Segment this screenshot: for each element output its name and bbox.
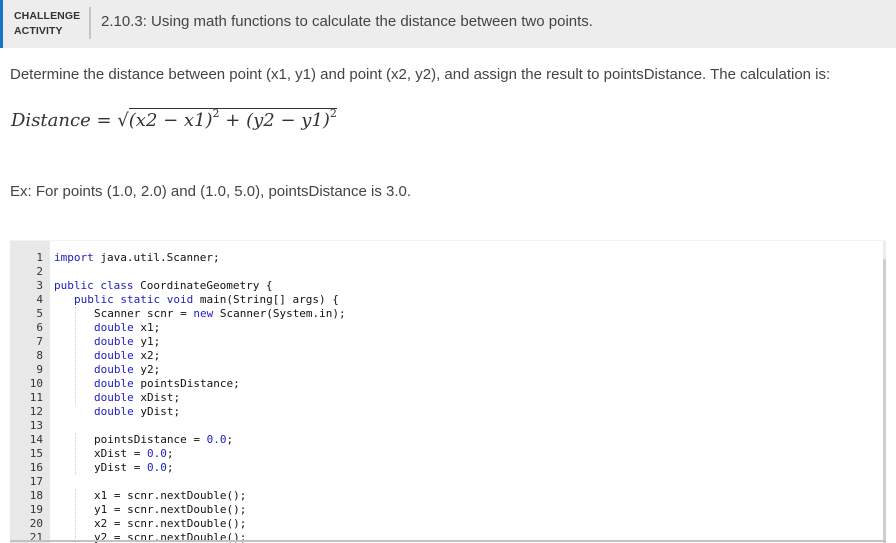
number-token: 0.0: [146, 461, 167, 474]
line-number: 13: [29, 419, 43, 432]
keyword-token: public class: [54, 279, 134, 292]
header-divider: [89, 7, 91, 39]
code-token: y1 = scnr.nextDouble();: [94, 503, 247, 516]
code-token: x2 = scnr.nextDouble();: [94, 517, 247, 530]
code-token: pointsDistance =: [94, 433, 207, 446]
line-code[interactable]: x1 = scnr.nextDouble();: [54, 489, 246, 503]
formula-lhs: Distance: [11, 110, 91, 131]
line-code[interactable]: double yDist;: [54, 405, 180, 419]
radical-sign-icon: √: [117, 110, 129, 131]
line-code[interactable]: x2 = scnr.nextDouble();: [54, 517, 246, 531]
square-root: √(x2 − x1)2 + (y2 − y1)2: [117, 108, 337, 131]
number-token: 0.0: [146, 447, 167, 460]
keyword-token: public static void: [74, 293, 194, 306]
code-token: ;: [166, 447, 174, 460]
code-token: x1 = scnr.nextDouble();: [94, 489, 247, 502]
code-token: yDist;: [133, 405, 181, 418]
line-number: 3: [36, 279, 43, 292]
formula-term-x: (x2 − x1): [128, 110, 213, 131]
line-code[interactable]: public static void main(String[] args) {: [54, 293, 339, 307]
line-code[interactable]: xDist = 0.0;: [54, 447, 173, 461]
line-number: 6: [36, 321, 43, 334]
code-token: ;: [166, 461, 174, 474]
keyword-token: double: [94, 363, 134, 376]
code-token: Scanner(System.in);: [213, 307, 346, 320]
header-accent-bar: [0, 0, 3, 48]
code-token: yDist =: [94, 461, 147, 474]
line-code[interactable]: public class CoordinateGeometry {: [54, 279, 273, 293]
number-token: 0.0: [206, 433, 227, 446]
line-code[interactable]: double y2;: [54, 363, 160, 377]
code-token: java.util.Scanner;: [93, 251, 220, 264]
keyword-token: double: [94, 377, 134, 390]
line-code[interactable]: yDist = 0.0;: [54, 461, 173, 475]
example-text: Ex: For points (1.0, 2.0) and (1.0, 5.0)…: [10, 183, 412, 200]
keyword-token: double: [94, 335, 134, 348]
indent-guide: [75, 433, 76, 475]
line-number: 8: [36, 349, 43, 362]
line-number: 10: [29, 377, 43, 390]
line-number: 20: [29, 517, 43, 530]
line-number: 12: [29, 405, 43, 418]
line-code[interactable]: double xDist;: [54, 391, 180, 405]
indent-guide: [75, 307, 76, 405]
line-code[interactable]: y1 = scnr.nextDouble();: [54, 503, 246, 517]
distance-formula: Distance = √(x2 − x1)2 + (y2 − y1)2: [11, 108, 337, 131]
line-code[interactable]: Scanner scnr = new Scanner(System.in);: [54, 307, 346, 321]
line-number: 15: [29, 447, 43, 460]
code-editor[interactable]: 1 import java.util.Scanner; 2 3 public class…: [10, 240, 886, 543]
keyword-token: double: [94, 405, 134, 418]
formula-equals: =: [96, 110, 112, 131]
code-token: Scanner scnr =: [94, 307, 194, 320]
badge-line-1: CHALLENGE: [14, 10, 81, 22]
code-token: main(String[] args) {: [193, 293, 339, 306]
line-number: 9: [36, 363, 43, 376]
line-number: 7: [36, 335, 43, 348]
line-number: 17: [29, 475, 43, 488]
activity-title: 2.10.3: Using math functions to calculat…: [101, 13, 593, 30]
code-token: xDist;: [133, 391, 181, 404]
line-number: 2: [36, 265, 43, 278]
keyword-token: double: [94, 391, 134, 404]
line-number: 4: [36, 293, 43, 306]
line-code[interactable]: double y1;: [54, 335, 160, 349]
indent-guide: [75, 489, 76, 543]
code-token: x2;: [133, 349, 161, 362]
formula-plus: +: [225, 110, 241, 131]
scrollbar-thumb[interactable]: [883, 259, 886, 543]
keyword-token: import: [54, 251, 94, 264]
code-token: CoordinateGeometry {: [133, 279, 273, 292]
code-token: y1;: [133, 335, 161, 348]
exponent-y: 2: [329, 107, 337, 120]
line-number: 5: [36, 307, 43, 320]
line-code[interactable]: pointsDistance = 0.0;: [54, 433, 233, 447]
keyword-token: double: [94, 349, 134, 362]
line-number: 1: [36, 251, 43, 264]
editor-scrollbar[interactable]: [883, 241, 886, 543]
line-number: 18: [29, 489, 43, 502]
code-token: xDist =: [94, 447, 147, 460]
line-number: 16: [29, 461, 43, 474]
line-code[interactable]: double pointsDistance;: [54, 377, 240, 391]
keyword-token: new: [193, 307, 214, 320]
formula-term-y: (y2 − y1): [246, 110, 330, 131]
problem-description: Determine the distance between point (x1…: [10, 66, 831, 83]
line-code[interactable]: double x1;: [54, 321, 160, 335]
badge-line-2: ACTIVITY: [14, 25, 63, 37]
activity-header: CHALLENGE ACTIVITY 2.10.3: Using math fu…: [0, 0, 896, 48]
line-code[interactable]: double x2;: [54, 349, 160, 363]
code-token: x1;: [133, 321, 161, 334]
exponent-x: 2: [212, 107, 220, 120]
line-number: 19: [29, 503, 43, 516]
line-number: 11: [29, 391, 43, 404]
line-number: 14: [29, 433, 43, 446]
code-token: pointsDistance;: [133, 377, 240, 390]
challenge-activity-badge: CHALLENGE ACTIVITY: [14, 9, 80, 39]
radicand: (x2 − x1)2 + (y2 − y1)2: [128, 107, 337, 131]
code-token: ;: [226, 433, 234, 446]
line-code[interactable]: import java.util.Scanner;: [54, 251, 220, 265]
code-token: y2;: [133, 363, 161, 376]
keyword-token: double: [94, 321, 134, 334]
